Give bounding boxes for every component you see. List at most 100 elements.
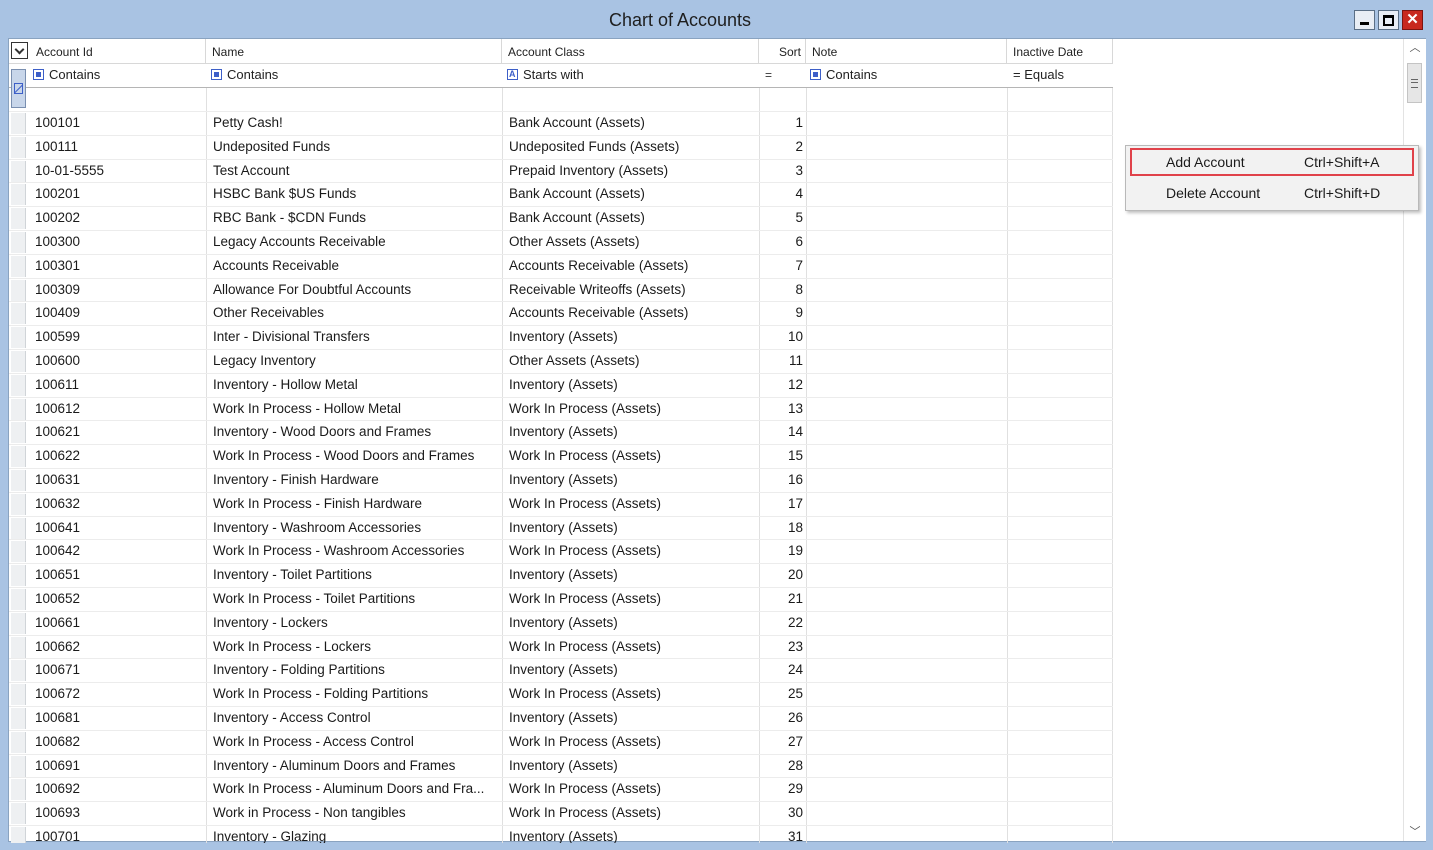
cell-account-class[interactable]: Work In Process (Assets) xyxy=(509,540,757,563)
cell-name[interactable]: Inventory - Washroom Accessories xyxy=(213,517,499,540)
row-selector[interactable] xyxy=(11,803,26,825)
scroll-down-icon[interactable]: ﹀ xyxy=(1404,823,1426,841)
table-row[interactable]: 100691 Inventory - Aluminum Doors and Fra… xyxy=(9,755,1113,779)
table-row[interactable]: 100672 Work In Process - Folding Partitio… xyxy=(9,683,1113,707)
cell-name[interactable]: Allowance For Doubtful Accounts xyxy=(213,279,499,302)
table-row[interactable]: 100662 Work In Process - Lockers Work In P… xyxy=(9,636,1113,660)
cell-account-id[interactable]: 100642 xyxy=(35,540,205,563)
column-header-sort[interactable]: Sort xyxy=(759,39,806,64)
cell-name[interactable]: Inventory - Toilet Partitions xyxy=(213,564,499,587)
cell-account-id[interactable]: 10-01-5555 xyxy=(35,160,205,183)
cell-account-id[interactable]: 100701 xyxy=(35,826,205,843)
table-row[interactable]: 100101 Petty Cash! Bank Account (Assets) 1 xyxy=(9,112,1113,136)
cell-name[interactable]: Legacy Accounts Receivable xyxy=(213,231,499,254)
cell-account-id[interactable]: 100651 xyxy=(35,564,205,587)
table-row[interactable]: 100631 Inventory - Finish Hardware Invento… xyxy=(9,469,1113,493)
cell-name[interactable]: Work In Process - Wood Doors and Frames xyxy=(213,445,499,468)
cell-name[interactable]: Work In Process - Washroom Accessories xyxy=(213,540,499,563)
cell-account-id[interactable]: 100691 xyxy=(35,755,205,778)
column-header-account-id[interactable]: Account Id xyxy=(9,39,206,64)
cell-sort[interactable]: 23 xyxy=(761,636,803,659)
cell-name[interactable]: Work In Process - Toilet Partitions xyxy=(213,588,499,611)
row-selector[interactable] xyxy=(11,779,26,801)
cell-account-class[interactable]: Work In Process (Assets) xyxy=(509,731,757,754)
cell-sort[interactable]: 29 xyxy=(761,778,803,801)
cell-sort[interactable]: 1 xyxy=(761,112,803,135)
row-selector[interactable] xyxy=(11,231,26,253)
cell-account-id[interactable]: 100681 xyxy=(35,707,205,730)
table-row[interactable]: 100681 Inventory - Access Control Inventor… xyxy=(9,707,1113,731)
scroll-up-icon[interactable]: ︿ xyxy=(1404,39,1426,57)
cell-sort[interactable]: 7 xyxy=(761,255,803,278)
cell-account-class[interactable]: Prepaid Inventory (Assets) xyxy=(509,160,757,183)
table-row[interactable]: 100661 Inventory - Lockers Inventory (Asse… xyxy=(9,612,1113,636)
row-selector[interactable] xyxy=(11,279,26,301)
row-selector[interactable] xyxy=(11,208,26,230)
cell-sort[interactable]: 24 xyxy=(761,659,803,682)
cell-account-class[interactable]: Work In Process (Assets) xyxy=(509,636,757,659)
table-row[interactable]: 100622 Work In Process - Wood Doors and F… xyxy=(9,445,1113,469)
cell-sort[interactable]: 21 xyxy=(761,588,803,611)
row-selector[interactable] xyxy=(11,660,26,682)
filter-note[interactable]: Contains xyxy=(810,64,1006,87)
row-selector[interactable] xyxy=(11,707,26,729)
cell-sort[interactable]: 25 xyxy=(761,683,803,706)
table-row[interactable]: 100692 Work In Process - Aluminum Doors a… xyxy=(9,778,1113,803)
cell-name[interactable]: Inventory - Folding Partitions xyxy=(213,659,499,682)
menu-item-add-account[interactable]: Add Account Ctrl+Shift+A xyxy=(1130,148,1414,176)
cell-sort[interactable]: 9 xyxy=(761,302,803,325)
cell-name[interactable]: Inventory - Wood Doors and Frames xyxy=(213,421,499,444)
row-selector[interactable] xyxy=(11,588,26,610)
cell-sort[interactable]: 17 xyxy=(761,493,803,516)
cell-account-class[interactable]: Receivable Writeoffs (Assets) xyxy=(509,279,757,302)
cell-account-class[interactable]: Work In Process (Assets) xyxy=(509,683,757,706)
table-row[interactable]: 100612 Work In Process - Hollow Metal Work… xyxy=(9,398,1113,422)
filter-account-class[interactable]: Starts with xyxy=(507,64,757,87)
cell-account-class[interactable]: Inventory (Assets) xyxy=(509,707,757,730)
cell-account-class[interactable]: Work In Process (Assets) xyxy=(509,445,757,468)
table-row[interactable]: 100300 Legacy Accounts Receivable Other As… xyxy=(9,231,1113,255)
cell-account-id[interactable]: 100672 xyxy=(35,683,205,706)
table-row[interactable]: 10-01-5555 Test Account Prepaid Inventory … xyxy=(9,160,1113,184)
column-header-inactive-date[interactable]: Inactive Date xyxy=(1007,39,1113,64)
table-row[interactable]: 100600 Legacy Inventory Other Assets (Asse… xyxy=(9,350,1113,374)
row-selector[interactable] xyxy=(11,469,26,491)
cell-name[interactable]: Inventory - Lockers xyxy=(213,612,499,635)
cell-account-class[interactable]: Work In Process (Assets) xyxy=(509,802,757,825)
cell-name[interactable]: Work In Process - Lockers xyxy=(213,636,499,659)
cell-account-class[interactable]: Inventory (Assets) xyxy=(509,517,757,540)
maximize-button[interactable] xyxy=(1378,10,1399,30)
cell-sort[interactable]: 20 xyxy=(761,564,803,587)
filter-operator-icon[interactable] xyxy=(211,69,222,80)
row-selector[interactable] xyxy=(11,684,26,706)
cell-account-id[interactable]: 100621 xyxy=(35,421,205,444)
row-selector[interactable] xyxy=(11,636,26,658)
cell-account-id[interactable]: 100611 xyxy=(35,374,205,397)
cell-account-id[interactable]: 100202 xyxy=(35,207,205,230)
cell-account-id[interactable]: 100632 xyxy=(35,493,205,516)
cell-account-id[interactable]: 100301 xyxy=(35,255,205,278)
cell-sort[interactable]: 16 xyxy=(761,469,803,492)
cell-account-id[interactable]: 100661 xyxy=(35,612,205,635)
cell-account-class[interactable]: Work In Process (Assets) xyxy=(509,398,757,421)
cell-account-class[interactable]: Inventory (Assets) xyxy=(509,826,757,843)
cell-account-class[interactable]: Bank Account (Assets) xyxy=(509,112,757,135)
column-chooser-icon[interactable] xyxy=(11,42,28,59)
cell-sort[interactable]: 30 xyxy=(761,802,803,825)
cell-name[interactable]: Inventory - Hollow Metal xyxy=(213,374,499,397)
cell-account-id[interactable]: 100201 xyxy=(35,183,205,206)
cell-account-class[interactable]: Undeposited Funds (Assets) xyxy=(509,136,757,159)
cell-account-class[interactable]: Inventory (Assets) xyxy=(509,659,757,682)
cell-account-id[interactable]: 100692 xyxy=(35,778,205,801)
row-selector[interactable] xyxy=(11,541,26,563)
filter-sort[interactable]: = xyxy=(765,64,805,87)
row-selector[interactable] xyxy=(11,136,26,158)
cell-account-id[interactable]: 100111 xyxy=(35,136,205,159)
cell-account-id[interactable]: 100682 xyxy=(35,731,205,754)
table-row[interactable]: 100652 Work In Process - Toilet Partition… xyxy=(9,588,1113,612)
row-selector[interactable] xyxy=(11,374,26,396)
row-selector[interactable] xyxy=(11,184,26,206)
table-row[interactable]: 100642 Work In Process - Washroom Accesso… xyxy=(9,540,1113,565)
cell-account-id[interactable]: 100631 xyxy=(35,469,205,492)
table-row[interactable]: 100682 Work In Process - Access Control Wo… xyxy=(9,731,1113,755)
